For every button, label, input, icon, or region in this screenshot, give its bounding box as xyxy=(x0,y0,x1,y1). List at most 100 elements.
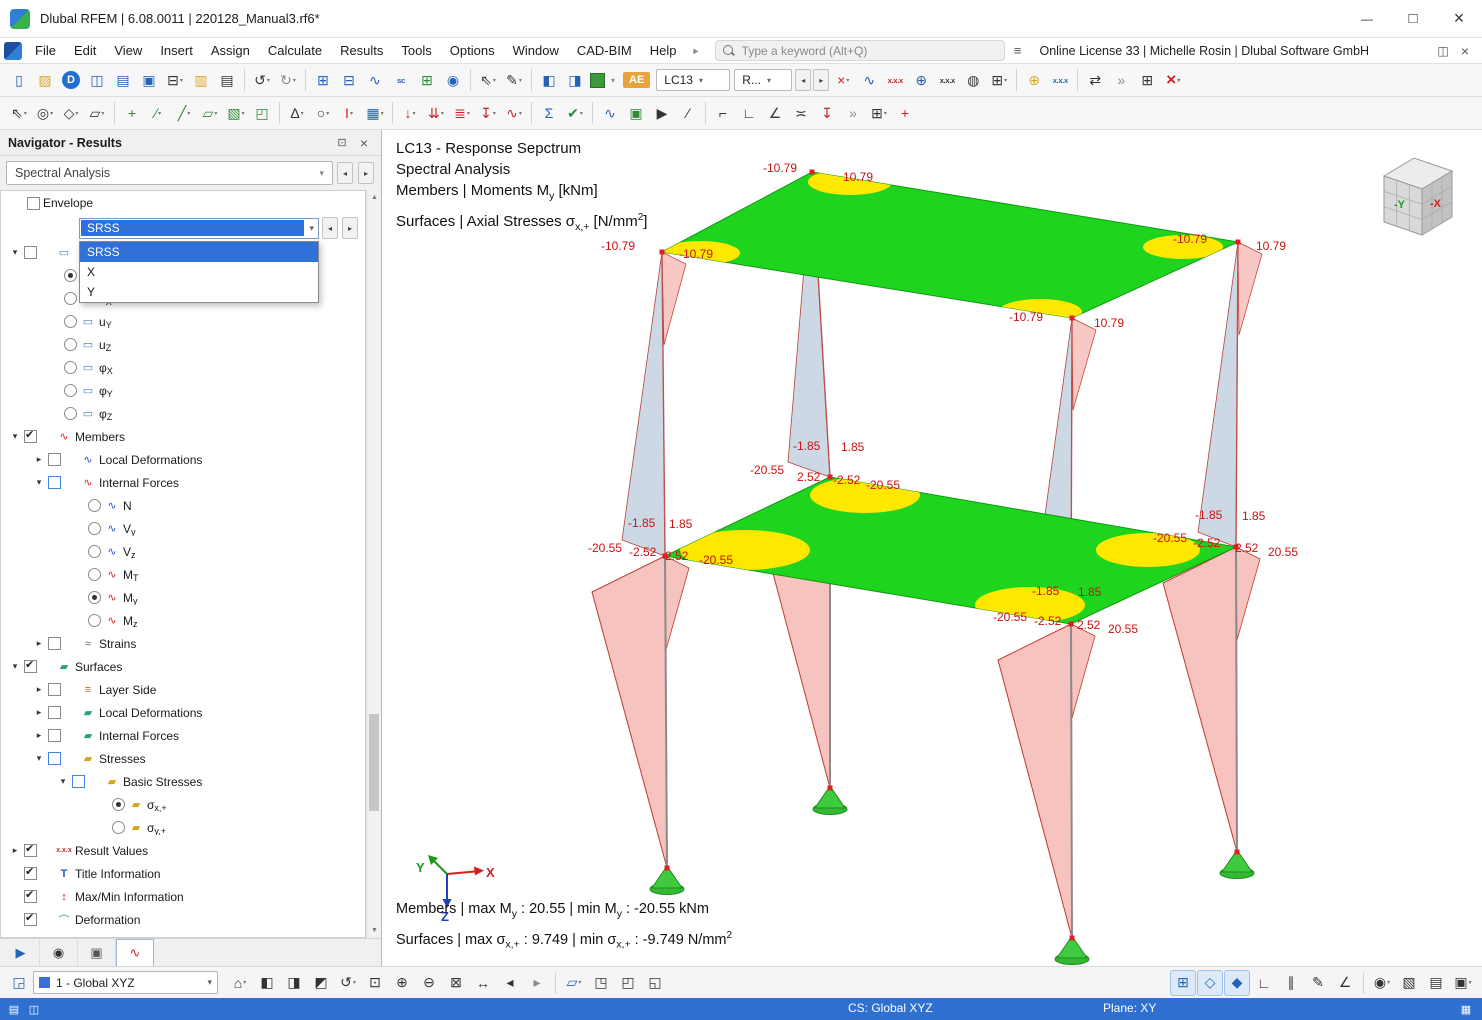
status-view-icon[interactable] xyxy=(26,1001,42,1017)
view-in-x-icon[interactable]: ◧ xyxy=(254,970,280,996)
tree-item[interactable]: Title Information xyxy=(1,862,365,885)
menu-item[interactable]: CAD-BIM xyxy=(568,40,641,61)
free-load-icon[interactable]: ↧ xyxy=(475,100,501,126)
render-view-icon[interactable]: ▣ xyxy=(623,100,649,126)
menu-item[interactable]: Assign xyxy=(202,40,259,61)
new-model-icon[interactable]: ▯ xyxy=(6,67,32,93)
add-hinge-icon[interactable]: ○ xyxy=(310,100,336,126)
navigator-toggle-icon[interactable]: ▤ xyxy=(110,67,136,93)
next-load-case-button[interactable] xyxy=(813,69,829,91)
tree-item[interactable]: Vz xyxy=(1,540,365,563)
background-layers-icon[interactable]: ▤ xyxy=(1423,970,1449,996)
plane-xy-icon[interactable]: ◳ xyxy=(588,970,614,996)
previous-load-case-button[interactable] xyxy=(795,69,811,91)
tree-item[interactable]: Strains xyxy=(1,632,365,655)
results-display-icon[interactable]: ∿ xyxy=(597,100,623,126)
navigator-data-tab[interactable] xyxy=(2,939,40,966)
cad-tools-icon[interactable]: ✎ xyxy=(1305,970,1331,996)
menu-item[interactable]: Results xyxy=(331,40,392,61)
open-model-icon[interactable]: ▨ xyxy=(32,67,58,93)
split-view-icon[interactable]: ◨ xyxy=(562,67,588,93)
view-isometric-icon[interactable]: ⌂ xyxy=(227,970,253,996)
line-hinge-icon[interactable]: ⌐ xyxy=(710,100,736,126)
zoom-values-icon[interactable]: ⊕ xyxy=(1021,67,1047,93)
previous-view-icon[interactable]: ◂ xyxy=(497,970,523,996)
tree-expander-icon[interactable] xyxy=(9,845,21,856)
tree-item[interactable]: Max/Min Information xyxy=(1,885,365,908)
sync-views-icon[interactable]: ⇄ xyxy=(1082,67,1108,93)
snap-settings-icon[interactable]: ◇ xyxy=(58,100,84,126)
spreadsheet-icon[interactable]: sc xyxy=(388,67,414,93)
zoom-all-icon[interactable]: ⊠ xyxy=(443,970,469,996)
guide-pin-icon[interactable]: ↧ xyxy=(814,100,840,126)
tree-expander-icon[interactable] xyxy=(33,638,45,649)
render-mode-icon[interactable]: ▣ xyxy=(1450,970,1476,996)
tree-expander-icon[interactable] xyxy=(33,454,45,465)
navigator-scrollbar[interactable]: ▲ ▼ xyxy=(366,190,381,938)
tree-item[interactable]: Stresses xyxy=(1,747,365,770)
tree-item[interactable]: Mz xyxy=(1,609,365,632)
redo-icon[interactable]: ↻ xyxy=(275,67,301,93)
dlubal-account-icon[interactable]: D xyxy=(62,71,80,89)
scroll-down-icon[interactable]: ▼ xyxy=(367,923,382,938)
tree-item[interactable]: Internal Forces xyxy=(1,471,365,494)
next-analysis-button[interactable] xyxy=(358,162,374,184)
workplane-icon[interactable]: ▱ xyxy=(561,970,587,996)
tree-checkbox[interactable] xyxy=(27,197,40,210)
scrollbar-thumb[interactable] xyxy=(369,714,379,811)
scroll-up-icon[interactable]: ▲ xyxy=(367,190,382,205)
add-surface-icon[interactable]: ▱ xyxy=(197,100,223,126)
tree-item[interactable]: Vy xyxy=(1,517,365,540)
printout-report-icon[interactable]: ▤ xyxy=(214,67,240,93)
save-icon[interactable]: ▣ xyxy=(136,67,162,93)
tree-radio[interactable] xyxy=(64,361,77,374)
tree-checkbox[interactable] xyxy=(24,844,37,857)
model-canvas[interactable]: -10.79 10.79 -10.79 -10.79 -10.79 10.79 … xyxy=(382,130,1482,966)
tree-checkbox[interactable] xyxy=(24,890,37,903)
divide-member-icon[interactable]: ≍ xyxy=(788,100,814,126)
status-grid-icon[interactable] xyxy=(1458,1001,1474,1017)
work-plane-icon[interactable]: ▱ xyxy=(84,100,110,126)
menu-item[interactable]: View xyxy=(105,40,151,61)
tree-item[interactable]: N xyxy=(1,494,365,517)
tree-radio[interactable] xyxy=(88,499,101,512)
close-button[interactable] xyxy=(1436,0,1482,38)
tree-item[interactable]: σx,+ xyxy=(1,793,365,816)
tree-item[interactable]: uY xyxy=(1,310,365,333)
tree-item-envelope[interactable]: Envelope xyxy=(1,191,365,215)
dock-panel-icon[interactable]: ◧ xyxy=(536,67,562,93)
tree-expander-icon[interactable] xyxy=(33,730,45,741)
analysis-type-badge[interactable]: AE xyxy=(623,72,650,88)
tables-icon[interactable]: ⊞ xyxy=(310,67,336,93)
object-snap-toggle-icon[interactable]: ◆ xyxy=(1224,970,1250,996)
result-grid-icon[interactable]: ⊞ xyxy=(986,67,1012,93)
tree-item[interactable]: Result Values xyxy=(1,839,365,862)
tree-checkbox[interactable] xyxy=(24,660,37,673)
add-node-icon[interactable]: + xyxy=(119,100,145,126)
next-view-icon[interactable]: ▸ xyxy=(524,970,550,996)
plane-xz-icon[interactable]: ◱ xyxy=(642,970,668,996)
all-values-icon[interactable]: x.x.x xyxy=(934,67,960,93)
tree-expander-icon[interactable] xyxy=(9,661,21,672)
navigator-results-tab[interactable] xyxy=(116,939,154,966)
menu-item[interactable]: Window xyxy=(504,40,568,61)
tree-expander-icon[interactable] xyxy=(33,707,45,718)
add-solid-icon[interactable]: ▧ xyxy=(223,100,249,126)
tree-radio[interactable] xyxy=(88,522,101,535)
tree-item[interactable]: φX xyxy=(1,356,365,379)
tree-radio[interactable] xyxy=(112,798,125,811)
tree-item[interactable]: Deformation xyxy=(1,908,365,931)
menu-item[interactable]: Options xyxy=(441,40,504,61)
load-case-combo[interactable]: LC13 xyxy=(656,69,730,91)
navigator-views-tab[interactable] xyxy=(78,939,116,966)
clipping-box-icon[interactable]: ▧ xyxy=(1396,970,1422,996)
add-support-icon[interactable]: Δ xyxy=(284,100,310,126)
tree-item[interactable]: Local Deformations xyxy=(1,448,365,471)
show-results-icon[interactable]: ∿ xyxy=(856,67,882,93)
dropdown-option[interactable]: SRSS xyxy=(80,242,318,262)
tree-expander-icon[interactable] xyxy=(9,431,21,442)
add-opening-icon[interactable]: ◰ xyxy=(249,100,275,126)
snap-toggle-icon[interactable]: ◇ xyxy=(1197,970,1223,996)
imperfection-icon[interactable]: ∿ xyxy=(501,100,527,126)
tree-expander-icon[interactable] xyxy=(33,753,45,764)
